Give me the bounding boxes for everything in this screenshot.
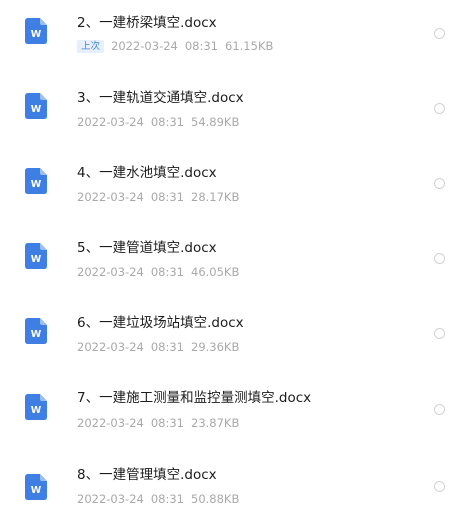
select-radio[interactable]: [434, 253, 445, 264]
word-doc-icon: W: [25, 18, 47, 44]
select-radio[interactable]: [434, 481, 445, 492]
file-time: 08:31: [150, 416, 184, 430]
file-size: 23.87KB: [191, 416, 240, 430]
svg-text:W: W: [31, 104, 42, 115]
file-meta: 2022-03-24 08:31 54.89KB: [77, 115, 239, 129]
file-size: 50.88KB: [191, 492, 240, 506]
file-size: 61.15KB: [225, 39, 274, 53]
select-radio[interactable]: [434, 328, 445, 339]
file-meta: 上次 2022-03-24 08:31 61.15KB: [77, 39, 273, 53]
word-doc-icon: W: [25, 474, 47, 500]
file-time: 08:31: [150, 265, 184, 279]
file-date: 2022-03-24: [77, 265, 144, 279]
file-time: 08:31: [150, 340, 184, 354]
word-doc-icon: W: [25, 318, 47, 344]
svg-text:W: W: [31, 329, 42, 340]
file-date: 2022-03-24: [77, 340, 144, 354]
file-row[interactable]: W 6、一建垃圾场站填空.docx 2022-03-24 08:31 29.36…: [0, 300, 472, 368]
file-name: 4、一建水池填空.docx: [77, 165, 217, 181]
select-radio[interactable]: [434, 103, 445, 114]
file-date: 2022-03-24: [77, 492, 144, 506]
svg-text:W: W: [31, 179, 42, 190]
file-meta: 2022-03-24 08:31 46.05KB: [77, 265, 239, 279]
file-name: 8、一建管理填空.docx: [77, 467, 217, 483]
file-meta: 2022-03-24 08:31 50.88KB: [77, 492, 239, 506]
file-size: 29.36KB: [191, 340, 240, 354]
word-doc-icon: W: [25, 394, 47, 420]
file-row[interactable]: W 8、一建管理填空.docx 2022-03-24 08:31 50.88KB: [0, 450, 472, 518]
file-size: 46.05KB: [191, 265, 240, 279]
svg-text:W: W: [31, 29, 42, 40]
file-meta: 2022-03-24 08:31 29.36KB: [77, 340, 239, 354]
file-list: W 2、一建桥梁填空.docx 上次 2022-03-24 08:31 61.1…: [0, 0, 472, 530]
file-meta: 2022-03-24 08:31 28.17KB: [77, 190, 239, 204]
file-name: 5、一建管道填空.docx: [77, 240, 217, 256]
file-time: 08:31: [150, 492, 184, 506]
file-date: 2022-03-24: [77, 115, 144, 129]
last-opened-badge: 上次: [77, 39, 105, 53]
svg-text:W: W: [31, 405, 42, 416]
file-time: 08:31: [150, 115, 184, 129]
file-name: 6、一建垃圾场站填空.docx: [77, 315, 244, 331]
file-row[interactable]: W 7、一建施工测量和监控量测填空.docx 2022-03-24 08:31 …: [0, 375, 472, 443]
select-radio[interactable]: [434, 28, 445, 39]
select-radio[interactable]: [434, 404, 445, 415]
file-row[interactable]: W 2、一建桥梁填空.docx 上次 2022-03-24 08:31 61.1…: [0, 0, 472, 68]
file-name: 3、一建轨道交通填空.docx: [77, 90, 244, 106]
word-doc-icon: W: [25, 168, 47, 194]
file-size: 28.17KB: [191, 190, 240, 204]
svg-text:W: W: [31, 254, 42, 265]
file-name: 2、一建桥梁填空.docx: [77, 15, 217, 31]
file-time: 08:31: [150, 190, 184, 204]
word-doc-icon: W: [25, 243, 47, 269]
svg-text:W: W: [31, 485, 42, 496]
file-time: 08:31: [184, 39, 219, 53]
file-date: 2022-03-24: [77, 190, 144, 204]
file-row[interactable]: W 3、一建轨道交通填空.docx 2022-03-24 08:31 54.89…: [0, 75, 472, 143]
file-name: 7、一建施工测量和监控量测填空.docx: [77, 390, 312, 406]
file-size: 54.89KB: [191, 115, 240, 129]
file-date: 2022-03-24: [77, 416, 144, 430]
file-meta: 2022-03-24 08:31 23.87KB: [77, 416, 239, 430]
select-radio[interactable]: [434, 178, 445, 189]
word-doc-icon: W: [25, 93, 47, 119]
file-row[interactable]: W 5、一建管道填空.docx 2022-03-24 08:31 46.05KB: [0, 225, 472, 293]
file-row[interactable]: W 4、一建水池填空.docx 2022-03-24 08:31 28.17KB: [0, 150, 472, 218]
file-date: 2022-03-24: [111, 39, 178, 53]
